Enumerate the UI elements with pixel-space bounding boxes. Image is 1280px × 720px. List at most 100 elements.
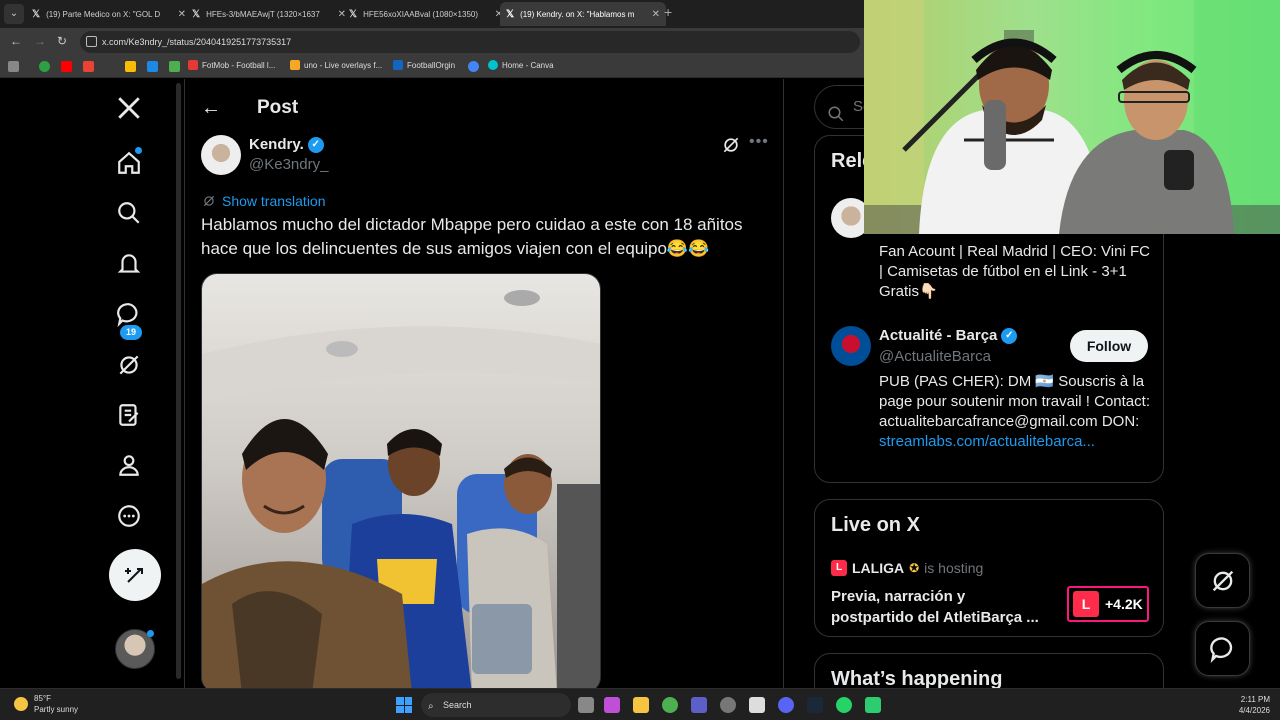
- bookmark-icon[interactable]: [169, 61, 180, 72]
- whats-happening-title: What’s happening: [831, 668, 1003, 688]
- x-logo-icon: 𝕏: [506, 8, 515, 20]
- post-column: ← Post Kendry. ✓ @Ke3ndry_ ••• Show tran…: [184, 79, 784, 688]
- weather-text: 85°F Partly sunny: [34, 693, 78, 715]
- system-clock[interactable]: 2:11 PM 4/4/2026: [1230, 694, 1270, 716]
- author-avatar[interactable]: [201, 135, 241, 175]
- articles-icon[interactable]: [114, 400, 144, 430]
- scrollbar[interactable]: [176, 83, 181, 679]
- close-icon[interactable]: ✕: [652, 9, 660, 20]
- chrome-icon[interactable]: [662, 697, 678, 713]
- profile-icon[interactable]: [114, 450, 144, 480]
- live-host[interactable]: L LALIGA ✪ is hosting: [831, 560, 983, 576]
- gold-verified-icon: ✪: [909, 561, 920, 575]
- grok-icon[interactable]: [114, 350, 144, 380]
- live-host-name: LALIGA: [852, 560, 905, 576]
- weather-temp: 85°F: [34, 694, 51, 703]
- youtube-icon[interactable]: [61, 61, 72, 72]
- discord-icon[interactable]: [778, 697, 794, 713]
- live-viewer-count: +4.2K: [1105, 596, 1143, 612]
- app-icon[interactable]: [720, 697, 736, 713]
- url-bar[interactable]: x.com/Ke3ndry_/status/204041925177373531…: [80, 31, 860, 53]
- relevant-person-bio: PUB (PAS CHER): DM 🇦🇷 Souscris à la page…: [879, 372, 1154, 452]
- x-logo-icon: 𝕏: [349, 8, 358, 20]
- follow-button[interactable]: Follow: [1070, 330, 1148, 362]
- drive-icon[interactable]: [125, 61, 136, 72]
- browser-tab[interactable]: 𝕏 HFE56xoXIAABval (1080×1350) ✕: [343, 2, 509, 26]
- author-name[interactable]: Kendry. ✓: [249, 136, 324, 153]
- taskbar-search[interactable]: ⌕ Search: [421, 693, 571, 717]
- x-logo-icon: 𝕏: [32, 8, 41, 20]
- post-video[interactable]: [201, 273, 601, 688]
- teams-icon[interactable]: [691, 697, 707, 713]
- partly-sunny-icon: [14, 697, 28, 711]
- post-text: Hablamos mucho del dictador Mbappe pero …: [201, 215, 743, 258]
- author-handle[interactable]: @Ke3ndry_: [249, 156, 328, 173]
- task-view-icon[interactable]: [578, 697, 594, 713]
- bookmark-label: Home - Canva: [502, 60, 554, 70]
- live-on-x-title: Live on X: [831, 514, 920, 536]
- messages-icon[interactable]: [114, 299, 144, 329]
- bio-link[interactable]: streamlabs.com/actualitebarca...: [879, 433, 1095, 450]
- compose-post-button[interactable]: [109, 549, 161, 601]
- laliga-logo-icon: L: [831, 560, 847, 576]
- weather-widget[interactable]: 85°F Partly sunny: [14, 693, 78, 715]
- bookmark-uno[interactable]: uno - Live overlays f...: [290, 60, 382, 70]
- tab-search-menu[interactable]: ⌄: [4, 4, 24, 24]
- x-logo-icon: 𝕏: [192, 8, 201, 20]
- more-options-icon[interactable]: •••: [749, 133, 769, 151]
- grok-icon[interactable]: [721, 135, 741, 160]
- back-icon[interactable]: ←: [10, 34, 22, 48]
- bookmark-icon[interactable]: [468, 61, 479, 72]
- relevant-person-bio: Fan Acount | Real Madrid | CEO: Vini FC …: [879, 243, 1150, 300]
- tab-title: (19) Parte Medico on X: "GOL D: [46, 9, 161, 19]
- close-icon[interactable]: ✕: [178, 9, 186, 20]
- unread-dot: [135, 147, 142, 154]
- notepad-icon[interactable]: [865, 697, 881, 713]
- clock-time: 2:11 PM: [1240, 695, 1270, 704]
- bookmark-icon[interactable]: [39, 61, 50, 72]
- verified-badge-icon: ✓: [1001, 327, 1018, 344]
- x-logo-icon[interactable]: [114, 93, 144, 123]
- relevant-person-avatar[interactable]: [831, 326, 871, 366]
- webcam-image: [864, 0, 1280, 234]
- file-explorer-icon[interactable]: [633, 697, 649, 713]
- site-info-icon[interactable]: [86, 36, 97, 47]
- whatsapp-icon[interactable]: [836, 697, 852, 713]
- unread-dot: [147, 630, 154, 637]
- windows-start-icon[interactable]: [396, 697, 412, 713]
- more-icon[interactable]: [114, 501, 144, 531]
- new-tab-button[interactable]: +: [664, 4, 672, 20]
- forward-icon[interactable]: →: [34, 34, 46, 48]
- relevant-person-handle[interactable]: @ActualiteBarca: [879, 348, 991, 365]
- grok-floating-button[interactable]: [1195, 553, 1250, 608]
- left-navigation: 19: [100, 79, 170, 688]
- relevant-person-name[interactable]: Actualité - Barça ✓: [879, 327, 1018, 344]
- bookmark-fotmob[interactable]: FotMob - Football l...: [188, 60, 275, 70]
- translate-icon: [203, 195, 215, 207]
- bookmark-footballorgin[interactable]: FootballOrgin: [393, 60, 455, 70]
- browser-tab[interactable]: 𝕏 HFEs-3/bMAEAwjT (1320×1637 ✕: [186, 2, 352, 26]
- weather-condition: Partly sunny: [34, 705, 79, 714]
- show-translation-link[interactable]: Show translation: [202, 193, 326, 209]
- steam-icon[interactable]: [807, 697, 823, 713]
- search-icon[interactable]: [114, 198, 144, 228]
- apps-grid-icon[interactable]: [8, 61, 19, 72]
- notifications-bell-icon[interactable]: [114, 249, 144, 279]
- copilot-icon[interactable]: [604, 697, 620, 713]
- live-viewers-badge[interactable]: L +4.2K: [1067, 586, 1149, 622]
- reload-icon[interactable]: ↻: [57, 34, 67, 48]
- whats-happening-card: What’s happening: [814, 653, 1164, 688]
- back-arrow-icon[interactable]: ←: [201, 97, 241, 120]
- canva-icon: [488, 60, 498, 70]
- store-icon[interactable]: [749, 697, 765, 713]
- post-header: ← Post: [201, 93, 298, 123]
- bookmark-icon[interactable]: [147, 61, 158, 72]
- live-stream-title[interactable]: Previa, narración y postpartido del Atle…: [831, 586, 1051, 628]
- browser-tab[interactable]: 𝕏 (19) Parte Medico on X: "GOL D ✕: [26, 2, 192, 26]
- messages-floating-button[interactable]: [1195, 621, 1250, 676]
- bookmark-canva[interactable]: Home - Canva: [488, 60, 554, 70]
- gmail-icon[interactable]: [83, 61, 94, 72]
- browser-tab-active[interactable]: 𝕏 (19) Kendry. on X: "Hablamos m ✕: [500, 2, 666, 26]
- bookmark-label: uno - Live overlays f...: [304, 60, 383, 70]
- author-name-text: Kendry.: [249, 136, 304, 153]
